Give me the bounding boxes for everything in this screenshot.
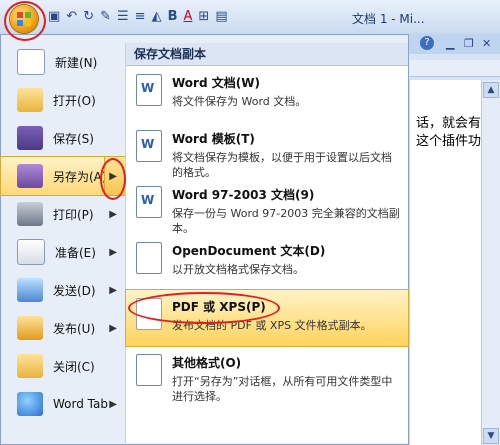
font-color-icon[interactable]: A — [184, 9, 193, 24]
menu-item-label: 另存为(A) — [53, 169, 107, 184]
office-menu-commands: 新建(N) 打开(O) 保存(S) 另存为(A) ▶ 打印(P) ▶ 准备(E)… — [0, 43, 126, 423]
scroll-up-icon[interactable]: ▲ — [483, 82, 499, 98]
open-folder-icon — [17, 88, 43, 112]
close-folder-icon — [17, 354, 43, 378]
title-bar: ▣ ↶ ↻ ✎ ☰ ≡ ◭ B A ⊞ ▤ 文档 1 - Mi... — [0, 0, 500, 35]
odt-document-icon — [136, 242, 162, 274]
bold-icon[interactable]: B — [168, 9, 178, 24]
menu-item-open[interactable]: 打开(O) — [1, 81, 125, 119]
word-tab-icon — [17, 392, 43, 416]
submenu-item-title: OpenDocument 文本(D) — [172, 244, 326, 258]
restore-icon[interactable]: ❐ — [464, 37, 474, 50]
chevron-right-icon: ▶ — [109, 284, 117, 296]
quick-access-toolbar: ▣ ↶ ↻ ✎ ☰ ≡ ◭ B A ⊞ ▤ — [48, 9, 228, 24]
menu-item-label: 保存(S) — [53, 131, 94, 146]
other-formats-icon — [136, 354, 162, 386]
new-document-icon — [17, 49, 45, 75]
submenu-item-desc: 将文档保存为模板，以便于用于设置以后文档的格式。 — [172, 151, 392, 179]
borders-icon[interactable]: ⊞ — [198, 9, 209, 24]
menu-item-send[interactable]: 发送(D) ▶ — [1, 271, 125, 309]
word-template-icon: W — [136, 130, 162, 162]
menu-item-print[interactable]: 打印(P) ▶ — [1, 195, 125, 233]
redo-icon[interactable]: ↻ — [83, 9, 94, 24]
submenu-item-desc: 保存一份与 Word 97-2003 完全兼容的文档副本。 — [172, 207, 400, 235]
submenu-item-title: Word 97-2003 文档(9) — [172, 188, 315, 202]
chevron-right-icon: ▶ — [109, 208, 117, 220]
window-title: 文档 1 - Mi... — [352, 12, 425, 26]
chevron-right-icon: ▶ — [109, 398, 117, 410]
save-icon[interactable]: ▣ — [48, 9, 60, 24]
close-icon[interactable]: ✕ — [482, 37, 491, 50]
submenu-item-title: Word 文档(W) — [172, 76, 260, 90]
send-icon — [17, 278, 43, 302]
annotation-circle — [128, 292, 280, 324]
office-menu: 新建(N) 打开(O) 保存(S) 另存为(A) ▶ 打印(P) ▶ 准备(E)… — [0, 34, 409, 445]
save-as-opendocument[interactable]: OpenDocument 文本(D) 以开放文档格式保存文档。 — [126, 234, 408, 290]
menu-item-new[interactable]: 新建(N) — [1, 43, 125, 81]
chevron-right-icon: ▶ — [109, 246, 117, 258]
save-as-submenu: 保存文档副本 W Word 文档(W) 将文件保存为 Word 文档。 W Wor… — [125, 43, 409, 443]
submenu-item-desc: 打开“另存为”对话框，从所有可用文件类型中进行选择。 — [172, 375, 393, 403]
annotation-circle — [100, 158, 126, 200]
save-as-word-document[interactable]: W Word 文档(W) 将文件保存为 Word 文档。 — [126, 66, 408, 122]
chevron-right-icon: ▶ — [109, 322, 117, 334]
menu-item-label: 打开(O) — [53, 93, 96, 108]
menu-item-save[interactable]: 保存(S) — [1, 119, 125, 157]
word-97-document-icon: W — [136, 186, 162, 218]
ruler — [409, 60, 500, 77]
document-text-line: 话，就会有 — [416, 116, 482, 131]
publish-icon — [17, 316, 43, 340]
menu-item-label: 关闭(C) — [53, 359, 95, 374]
prepare-icon — [17, 239, 45, 265]
save-as-other-formats[interactable]: 其他格式(O) 打开“另存为”对话框，从所有可用文件类型中进行选择。 — [126, 346, 408, 403]
save-as-word-97-2003[interactable]: W Word 97-2003 文档(9) 保存一份与 Word 97-2003 完… — [126, 178, 408, 235]
highlight-icon[interactable]: ◭ — [152, 9, 162, 24]
save-icon — [17, 126, 43, 150]
menu-item-prepare[interactable]: 准备(E) ▶ — [1, 233, 125, 271]
menu-item-label: 发送(D) — [53, 283, 96, 298]
menu-item-label: 准备(E) — [55, 245, 96, 260]
menu-item-label: 打印(P) — [53, 207, 94, 222]
minimize-icon[interactable]: ▁ — [446, 37, 454, 50]
menu-item-label: 发布(U) — [53, 321, 96, 336]
submenu-item-desc: 以开放文档格式保存文档。 — [172, 263, 304, 276]
save-as-icon — [17, 164, 43, 188]
menu-item-word-tab[interactable]: Word Tab ▶ — [1, 385, 125, 423]
menu-item-close[interactable]: 关闭(C) — [1, 347, 125, 385]
save-as-word-template[interactable]: W Word 模板(T) 将文档保存为模板，以便于用于设置以后文档的格式。 — [126, 122, 408, 179]
vertical-scrollbar[interactable] — [481, 80, 500, 445]
menu-item-label: 新建(N) — [55, 55, 98, 70]
submenu-item-title: 其他格式(O) — [172, 356, 242, 370]
scroll-down-icon[interactable]: ▼ — [483, 428, 499, 444]
undo-icon[interactable]: ↶ — [66, 9, 77, 24]
submenu-header: 保存文档副本 — [126, 43, 408, 66]
bullets-icon[interactable]: ☰ — [117, 9, 129, 24]
printer-icon — [17, 202, 43, 226]
menu-item-publish[interactable]: 发布(U) ▶ — [1, 309, 125, 347]
align-icon[interactable]: ▤ — [215, 9, 227, 24]
format-painter-icon[interactable]: ✎ — [100, 9, 111, 24]
menu-item-label: Word Tab — [53, 397, 108, 411]
submenu-item-desc: 将文件保存为 Word 文档。 — [172, 95, 307, 108]
word-document-icon: W — [136, 74, 162, 106]
annotation-circle — [4, 1, 46, 41]
numbering-icon[interactable]: ≡ — [135, 9, 146, 24]
help-icon[interactable]: ? — [420, 36, 434, 50]
submenu-item-title: Word 模板(T) — [172, 132, 255, 146]
